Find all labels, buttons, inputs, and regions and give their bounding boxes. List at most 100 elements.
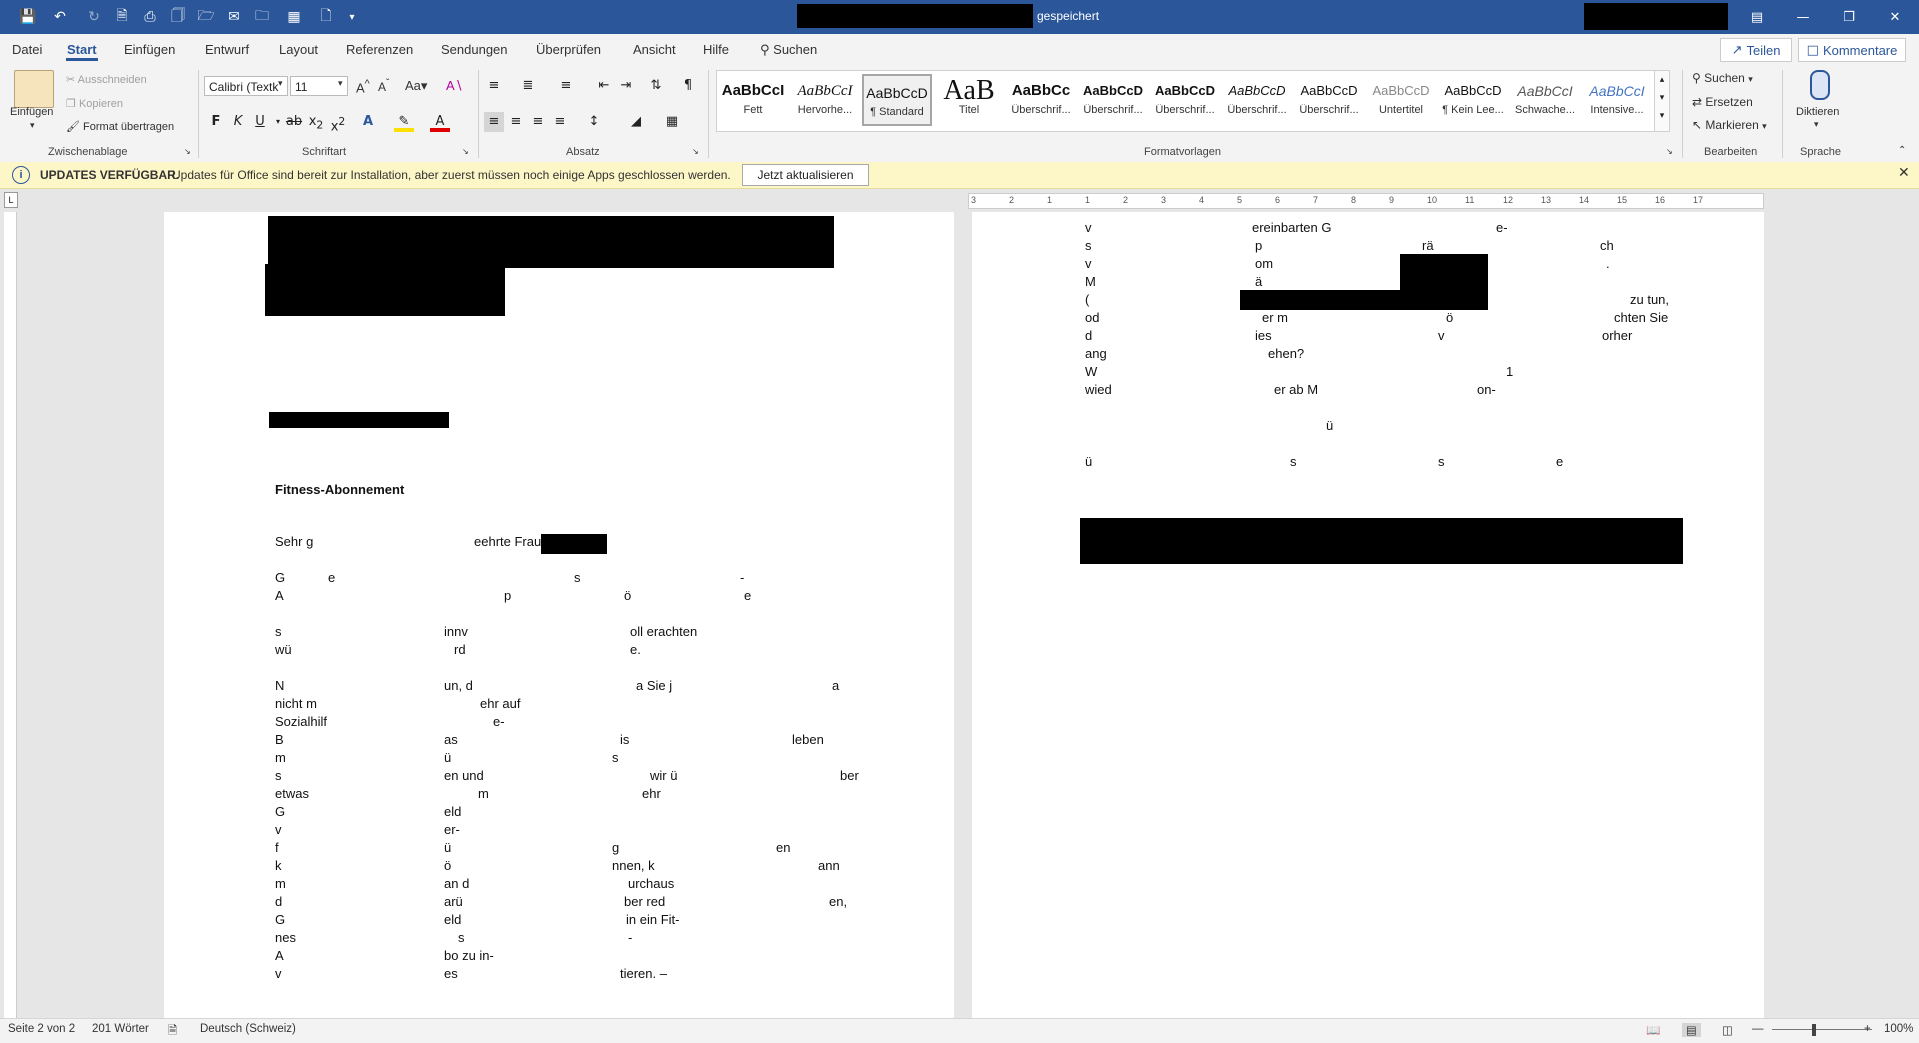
- tab-ansicht[interactable]: Ansicht: [633, 42, 676, 57]
- zoom-in-button[interactable]: +: [1864, 1023, 1871, 1035]
- format-painter-button[interactable]: 🖌 Format übertragen: [66, 120, 174, 133]
- tab-datei[interactable]: Datei: [12, 42, 42, 57]
- styles-launcher-icon[interactable]: ↘: [1666, 147, 1673, 156]
- proofing-icon[interactable]: 🗎: [168, 1023, 177, 1042]
- multilevel-list-icon[interactable]: ≡: [556, 76, 576, 96]
- clear-format-icon[interactable]: A∖: [446, 78, 463, 94]
- zoom-out-button[interactable]: —: [1752, 1023, 1764, 1035]
- tab-start[interactable]: Start: [67, 42, 97, 57]
- style-intensive-hervorhebung[interactable]: AaBbCcI Intensive...: [1582, 74, 1652, 126]
- show-formatting-icon[interactable]: ¶: [678, 76, 698, 96]
- font-dropdown-icon[interactable]: ▾: [278, 79, 283, 89]
- text-effects-icon[interactable]: A: [358, 112, 378, 132]
- folder-icon[interactable]: 🗀: [252, 7, 272, 27]
- word-count[interactable]: 201 Wörter: [92, 1023, 149, 1035]
- close-icon[interactable]: ✕: [1898, 165, 1910, 181]
- style-ueberschrift-3[interactable]: AaBbCcD Überschrif...: [1150, 74, 1220, 126]
- dictate-button[interactable]: Diktieren: [1796, 106, 1839, 118]
- vertical-ruler[interactable]: [4, 212, 17, 1020]
- style-ueberschrift-5[interactable]: AaBbCcD Überschrif...: [1294, 74, 1364, 126]
- strikethrough-icon[interactable]: ab: [284, 112, 304, 132]
- table-draw-icon[interactable]: ▦: [284, 7, 304, 27]
- share-button[interactable]: ↗ Teilen: [1720, 38, 1792, 62]
- shrink-font-icon[interactable]: Aˇ: [378, 78, 389, 94]
- change-case-icon[interactable]: Aa▾: [405, 78, 427, 94]
- page-count[interactable]: Seite 2 von 2: [8, 1023, 75, 1035]
- open-folder-icon[interactable]: 🗁: [196, 7, 216, 27]
- restore-button[interactable]: ❐: [1826, 0, 1872, 34]
- redo-icon[interactable]: ↻: [84, 7, 104, 27]
- increase-indent-icon[interactable]: ⇥: [616, 76, 636, 96]
- font-launcher-icon[interactable]: ↘: [462, 147, 469, 156]
- sort-icon[interactable]: ⇅: [646, 76, 666, 96]
- search-box[interactable]: ⚲ Suchen: [760, 42, 817, 58]
- print-layout-icon[interactable]: ▤: [1682, 1023, 1701, 1037]
- bullets-icon[interactable]: ≡: [484, 76, 504, 96]
- superscript-icon[interactable]: x2: [328, 112, 348, 134]
- read-mode-icon[interactable]: 📖: [1646, 1023, 1660, 1037]
- align-left-icon[interactable]: ≡: [484, 112, 504, 132]
- language[interactable]: Deutsch (Schweiz): [200, 1023, 296, 1035]
- print-preview-icon[interactable]: 🗍: [168, 7, 188, 27]
- paste-icon[interactable]: [14, 70, 54, 108]
- grow-font-icon[interactable]: A^: [356, 78, 370, 95]
- new-document-icon[interactable]: 🗎: [112, 7, 132, 27]
- underline-icon[interactable]: U: [250, 112, 270, 132]
- tab-referenzen[interactable]: Referenzen: [346, 42, 413, 57]
- font-name-select[interactable]: Calibri (Textk: [204, 76, 288, 96]
- align-right-icon[interactable]: ≡: [528, 112, 548, 132]
- microphone-icon[interactable]: [1810, 70, 1830, 100]
- collapse-ribbon-icon[interactable]: ⌃: [1898, 145, 1906, 156]
- document-page-2[interactable]: v ereinbarten G e-s p rä ch v om. Mä (zu tun, od er…: [972, 212, 1764, 1020]
- line-spacing-icon[interactable]: ↕: [584, 112, 604, 132]
- zoom-slider[interactable]: [1772, 1029, 1872, 1030]
- find-button[interactable]: ⚲ Suchen ▾: [1692, 71, 1753, 85]
- tab-einfuegen[interactable]: Einfügen: [124, 42, 175, 57]
- tab-hilfe[interactable]: Hilfe: [703, 42, 729, 57]
- highlight-icon[interactable]: ✎: [394, 112, 414, 132]
- close-button[interactable]: ✕: [1872, 0, 1918, 34]
- styles-scroll[interactable]: ▴ ▾ ▾: [1654, 70, 1670, 132]
- paragraph-launcher-icon[interactable]: ↘: [692, 147, 699, 156]
- decrease-indent-icon[interactable]: ⇤: [594, 76, 614, 96]
- shading-icon[interactable]: ◢: [626, 112, 646, 132]
- print-icon[interactable]: ⎙: [140, 7, 160, 27]
- style-ueberschrift-2[interactable]: AaBbCcD Überschrif...: [1078, 74, 1148, 126]
- undo-icon[interactable]: ↶: [50, 7, 70, 27]
- tab-selector[interactable]: L: [4, 192, 18, 208]
- comments-button[interactable]: □ Kommentare: [1798, 38, 1906, 62]
- subscript-icon[interactable]: x2: [306, 112, 326, 132]
- customize-toolbar-icon[interactable]: ▾: [342, 7, 362, 27]
- italic-icon[interactable]: K: [228, 112, 248, 132]
- paste-button[interactable]: Einfügen: [10, 106, 53, 118]
- justify-icon[interactable]: ≡: [550, 112, 570, 132]
- style-untertitel[interactable]: AaBbCcD Untertitel: [1366, 74, 1436, 126]
- clipboard-launcher-icon[interactable]: ↘: [184, 147, 191, 156]
- align-center-icon[interactable]: ≡: [506, 112, 526, 132]
- bold-icon[interactable]: F: [206, 112, 226, 132]
- horizontal-ruler[interactable]: 3 2 1 1 2 3 4 5 6 7 8 9 10 11 12 13 14 15 16 17: [968, 193, 1764, 209]
- save-icon[interactable]: 💾: [18, 7, 38, 27]
- borders-icon[interactable]: ▦: [662, 112, 682, 132]
- paste-dropdown-icon[interactable]: ▾: [30, 120, 35, 131]
- style-schwache-hervorhebung[interactable]: AaBbCcI Schwache...: [1510, 74, 1580, 126]
- account-name-redacted[interactable]: [1584, 3, 1728, 30]
- style-ueberschrift-1[interactable]: AaBbCc Überschrif...: [1006, 74, 1076, 126]
- web-layout-icon[interactable]: ◫: [1722, 1023, 1733, 1037]
- style-hervorhebung[interactable]: AaBbCcI Hervorhe...: [790, 74, 860, 126]
- email-icon[interactable]: ✉: [224, 7, 244, 27]
- minimize-button[interactable]: —: [1780, 0, 1826, 34]
- document-icon[interactable]: 🗋: [316, 7, 336, 27]
- dictate-dropdown-icon[interactable]: ▾: [1814, 120, 1819, 130]
- style-ueberschrift-4[interactable]: AaBbCcD Überschrif...: [1222, 74, 1292, 126]
- document-page-1[interactable]: Fitness-Abonnement Sehr g eehrte Frau Ge s -…: [164, 212, 954, 1020]
- size-dropdown-icon[interactable]: ▾: [338, 79, 343, 89]
- zoom-level[interactable]: 100%: [1884, 1023, 1913, 1035]
- style-fett[interactable]: AaBbCcI Fett: [718, 74, 788, 126]
- update-now-button[interactable]: Jetzt aktualisieren: [742, 164, 869, 186]
- font-color-icon[interactable]: A: [430, 112, 450, 132]
- tab-ueberpruefen[interactable]: Überprüfen: [536, 42, 601, 57]
- tab-sendungen[interactable]: Sendungen: [441, 42, 508, 57]
- style-titel[interactable]: AaB Titel: [934, 74, 1004, 126]
- ribbon-display-icon[interactable]: ▤: [1734, 0, 1780, 34]
